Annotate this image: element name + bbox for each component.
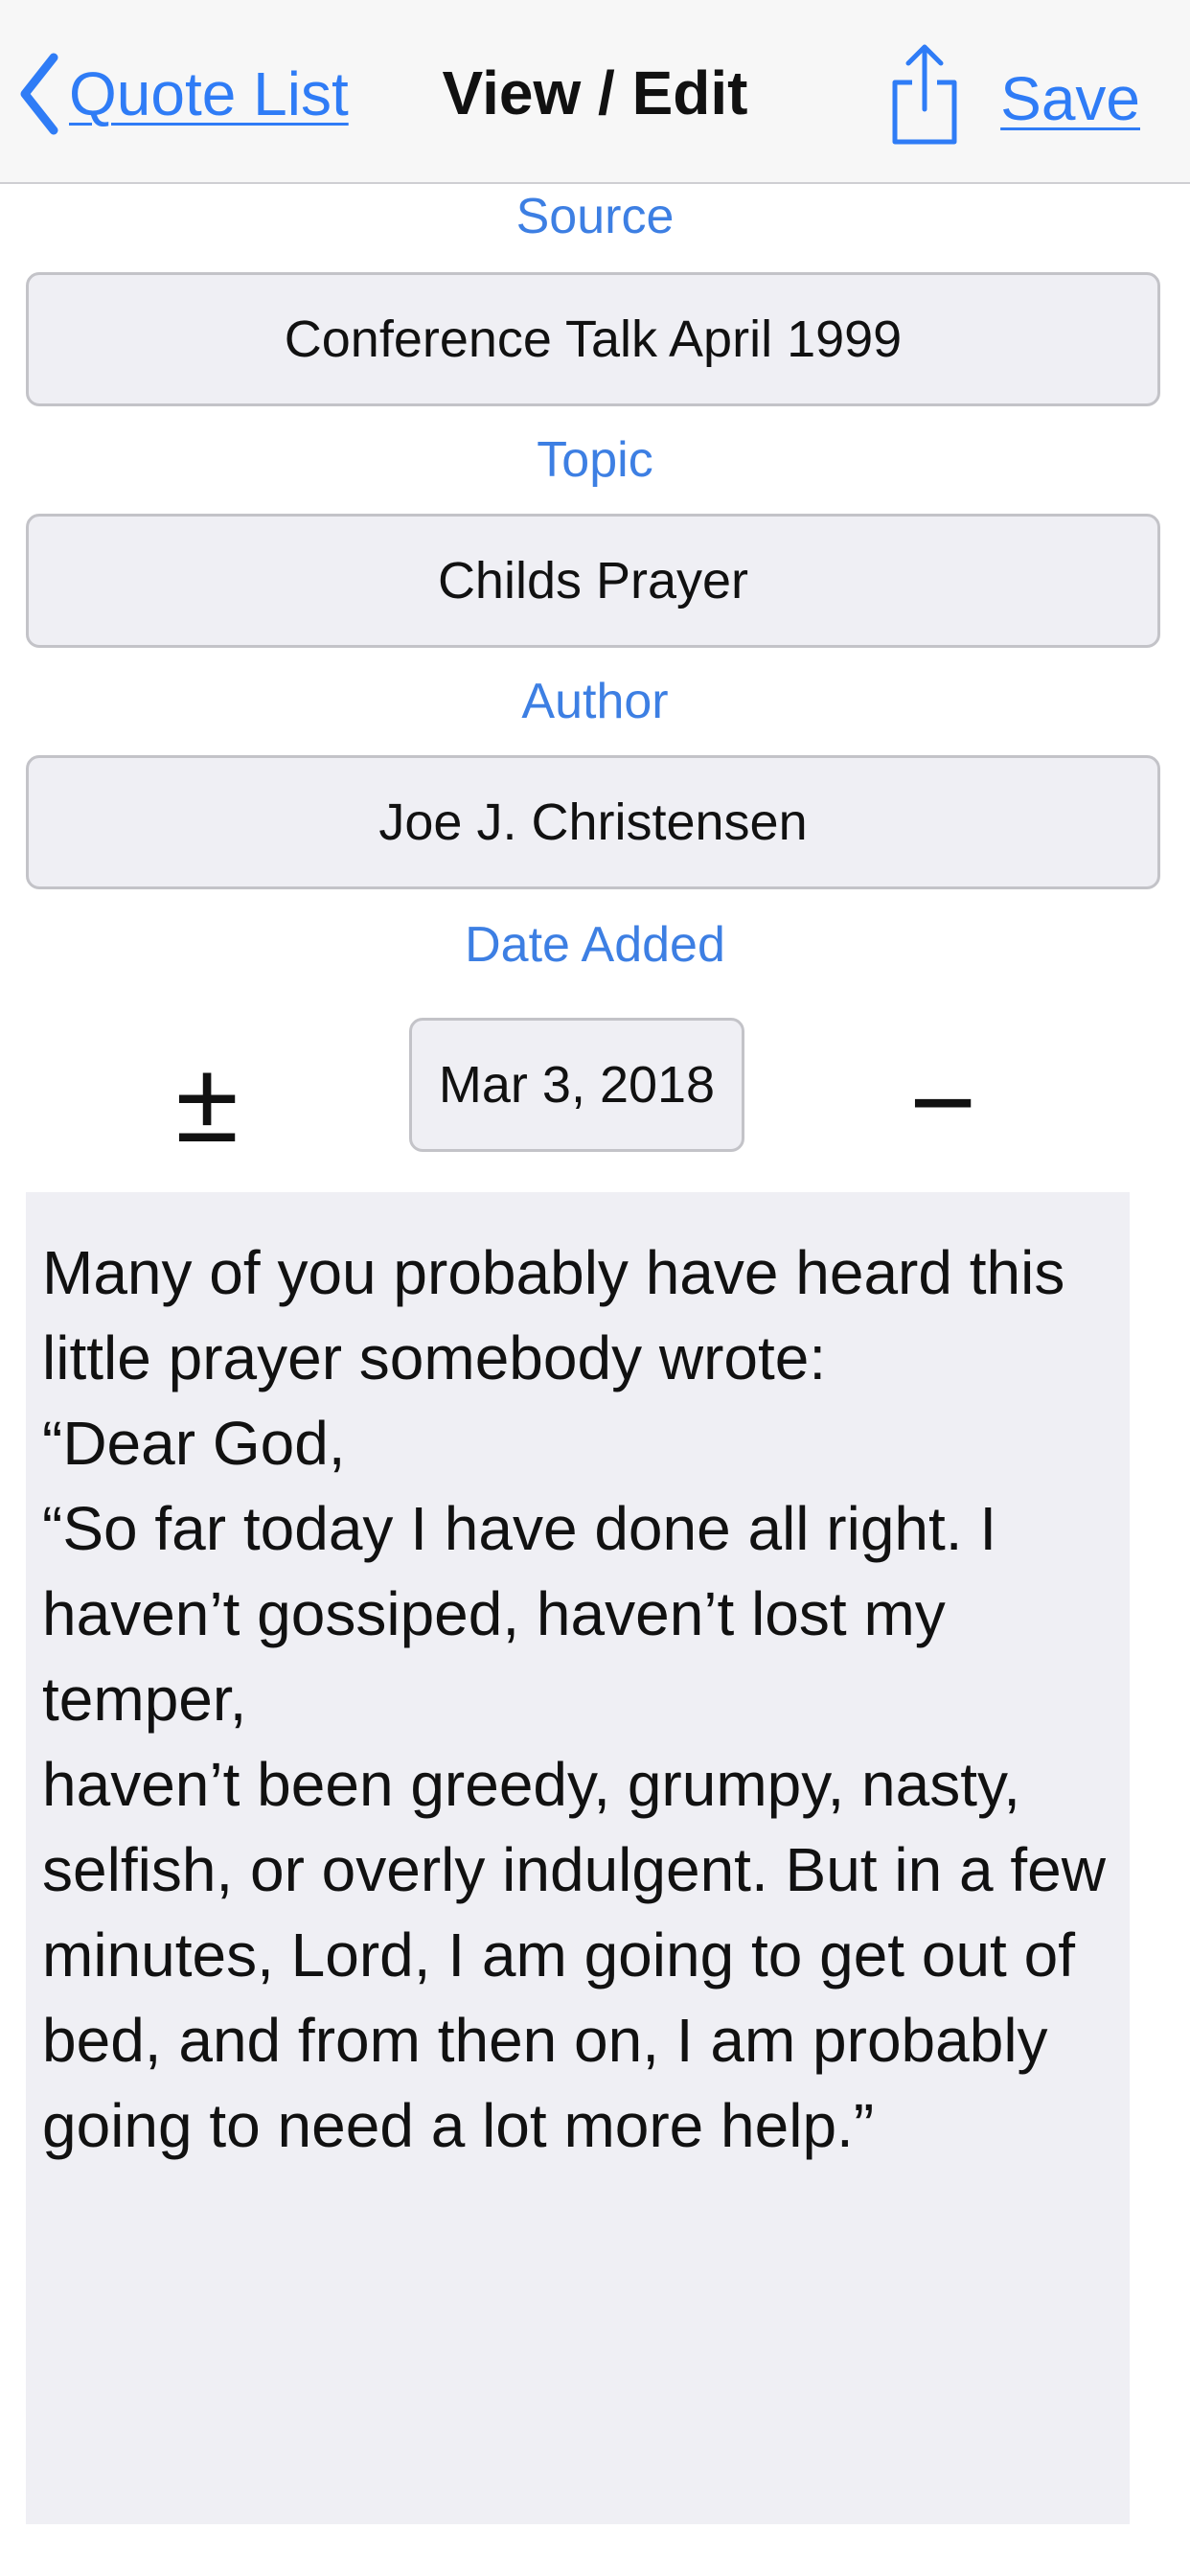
- source-field-value[interactable]: Conference Talk April 1999: [285, 310, 902, 369]
- author-field-value[interactable]: Joe J. Christensen: [378, 793, 807, 852]
- topic-field[interactable]: Childs Prayer: [26, 514, 1160, 648]
- page-title: View / Edit: [442, 58, 748, 127]
- topic-label: Topic: [537, 432, 653, 488]
- author-label: Author: [521, 674, 669, 729]
- back-button-label[interactable]: Quote List: [69, 58, 349, 129]
- share-icon[interactable]: [889, 42, 960, 148]
- date-added-label: Date Added: [465, 917, 725, 973]
- back-button[interactable]: Quote List: [17, 46, 349, 142]
- source-label: Source: [515, 189, 675, 244]
- date-field[interactable]: Mar 3, 2018: [409, 1018, 744, 1152]
- decrement-date-button[interactable]: −: [885, 1045, 1000, 1160]
- navigation-bar: Quote List View / Edit Save: [0, 0, 1190, 184]
- save-button[interactable]: Save: [1000, 63, 1140, 134]
- chevron-left-icon: [20, 53, 58, 135]
- source-field[interactable]: Conference Talk April 1999: [26, 272, 1160, 406]
- topic-field-value[interactable]: Childs Prayer: [438, 551, 748, 610]
- quote-text-area[interactable]: Many of you probably have heard this lit…: [26, 1192, 1130, 2524]
- increment-date-button[interactable]: ±: [149, 1045, 264, 1160]
- date-field-value[interactable]: Mar 3, 2018: [439, 1055, 715, 1115]
- author-field[interactable]: Joe J. Christensen: [26, 755, 1160, 889]
